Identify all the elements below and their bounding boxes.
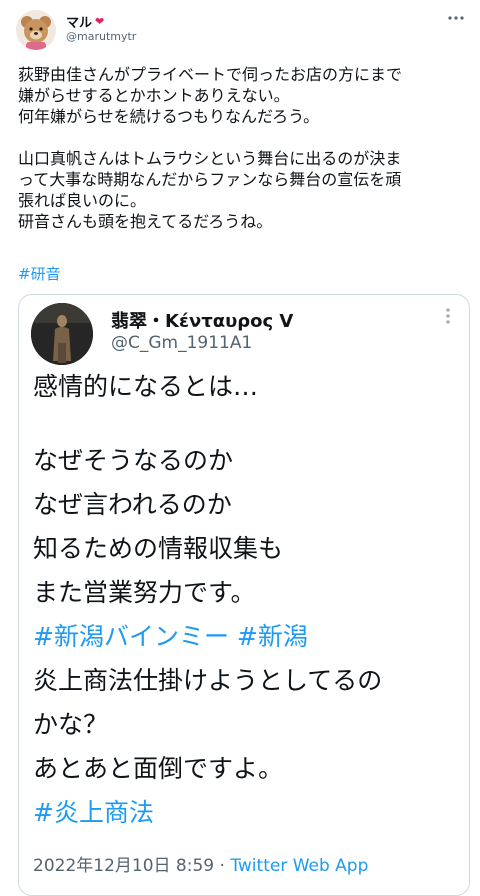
quoted-hashtag-enjo: #炎上商法 [33,791,463,835]
author-display-name[interactable]: マル [66,12,92,31]
author-name-row[interactable]: マル ❤ [66,12,104,31]
quoted-line: また営業努力です。 [33,578,256,607]
quoted-handle[interactable]: @C_Gm_1911A1 [111,333,252,353]
quoted-timestamp[interactable]: 2022年12月10日 8:59 [33,856,214,876]
quoted-display-name[interactable]: 翡翠・Κένταυρος V [111,307,293,333]
quoted-author-avatar[interactable] [31,303,93,365]
quoted-hashtag-line: #新潟バインミー #新潟 [33,615,463,659]
quoted-tweet-card[interactable]: 翡翠・Κένταυρος V @C_Gm_1911A1 感情的になるとは… なぜ… [18,294,470,896]
quoted-hashtag-enjo-link[interactable]: #炎上商法 [33,798,154,827]
meta-separator: · [214,856,231,876]
quoted-line: 感情的になるとは… [33,372,259,401]
more-options-icon[interactable] [446,8,466,28]
quoted-line: 知るための情報収集も [33,534,284,563]
tweet-hashtag[interactable]: #研音 [18,263,61,284]
quoted-line: 炎上商法仕掛けようとしてるの [33,666,383,695]
quoted-meta: 2022年12月10日 8:59 · Twitter Web App [33,851,368,876]
tweet-text: 荻野由佳さんがプライベートで伺ったお店の方にまで 嫌がらせするとかホントありえな… [18,65,403,231]
quoted-hashtag-banhmi[interactable]: #新潟バインミー [33,622,229,651]
author-handle[interactable]: @marutmytr [66,30,136,43]
quoted-hashtag-niigata[interactable]: #新潟 [237,622,308,651]
quoted-more-options-icon[interactable] [437,305,459,327]
quoted-blank-line [33,409,463,439]
heart-emoji-icon: ❤ [95,15,105,28]
author-avatar[interactable] [16,10,56,50]
quoted-line: なぜそうなるのか [33,446,234,475]
quoted-line: かな？ [33,710,109,739]
quoted-line: あとあと面倒ですよ。 [33,754,284,783]
quoted-text: 感情的になるとは… なぜそうなるのか なぜ言われるのか 知るための情報収集も ま… [33,365,463,835]
quoted-line: なぜ言われるのか [33,490,232,519]
quoted-source[interactable]: Twitter Web App [230,856,368,876]
tweet: マル ❤ @marutmytr 荻野由佳さんがプライベートで伺ったお店の方にまで… [0,0,480,896]
